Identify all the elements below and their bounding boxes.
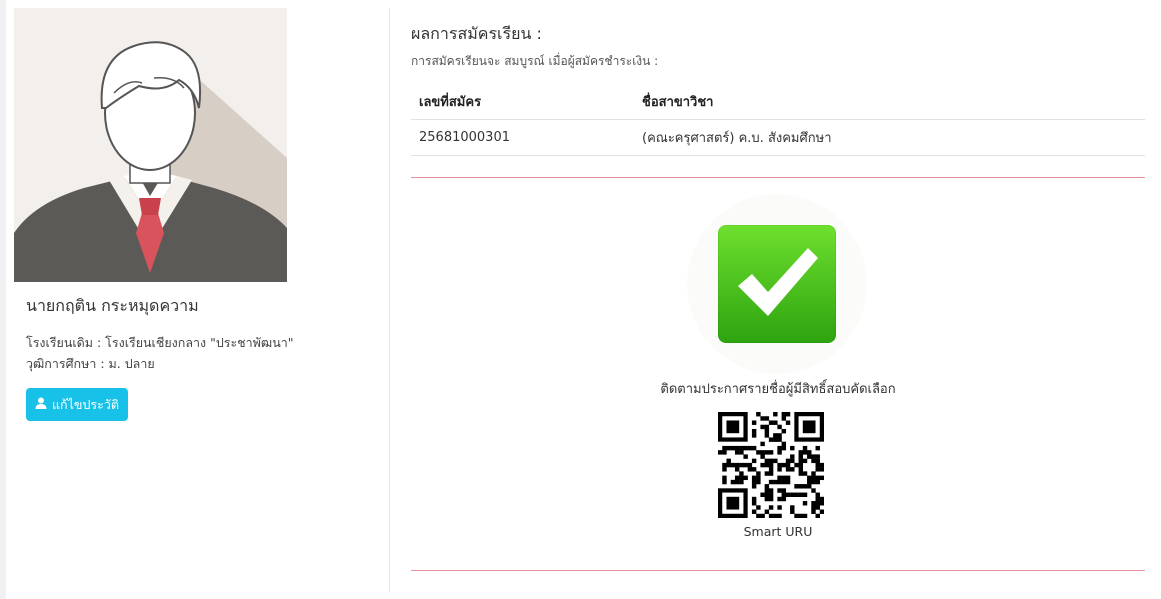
application-number: 25681000301	[419, 130, 510, 145]
result-panel: ผลการสมัครเรียน : การสมัครเรียนจะ สมบูรณ…	[411, 0, 1145, 599]
applicant-name: นายกฤติน กระหมุดความ	[26, 296, 199, 315]
table-header-row: เลขที่สมัคร ชื่อสาขาวิชา	[411, 84, 1145, 120]
application-table: เลขที่สมัคร ชื่อสาขาวิชา 25681000301 (คณ…	[411, 84, 1145, 156]
check-mark-icon	[718, 225, 836, 343]
education-level: วุฒิการศึกษา : ม. ปลาย	[26, 356, 155, 371]
table-row: 25681000301 (คณะครุศาสตร์) ค.บ. สังคมศึก…	[411, 120, 1145, 156]
user-icon	[35, 397, 47, 412]
qr-code-icon[interactable]	[718, 412, 825, 519]
left-edge-strip	[0, 0, 6, 599]
profile-panel: นายกฤติน กระหมุดความ โรงเรียนเดิม : โรงเ…	[14, 0, 374, 599]
result-subtitle: การสมัครเรียนจะ สมบูรณ์ เมื่อผู้สมัครชำร…	[411, 54, 659, 68]
column-divider	[389, 8, 390, 592]
column-header-app-no: เลขที่สมัคร	[419, 95, 482, 110]
qr-code-label: Smart URU	[743, 524, 813, 539]
column-header-program: ชื่อสาขาวิชา	[642, 95, 714, 110]
follow-announcement-text: ติดตามประกาศรายชื่อผู้มีสิทธิ์สอบคัดเลือ…	[660, 382, 896, 397]
program-name: (คณะครุศาสตร์) ค.บ. สังคมศึกษา	[642, 131, 832, 146]
edit-profile-button[interactable]: แก้ไขประวัติ	[26, 388, 128, 421]
edit-profile-label: แก้ไขประวัติ	[52, 396, 119, 412]
previous-school: โรงเรียนเดิม : โรงเรียนเชียงกลาง "ประชาพ…	[26, 335, 294, 350]
section-divider-top	[411, 177, 1145, 178]
user-avatar-icon	[14, 8, 287, 282]
success-badge	[687, 194, 867, 374]
result-title: ผลการสมัครเรียน :	[411, 24, 542, 43]
section-divider-bottom	[411, 570, 1145, 571]
